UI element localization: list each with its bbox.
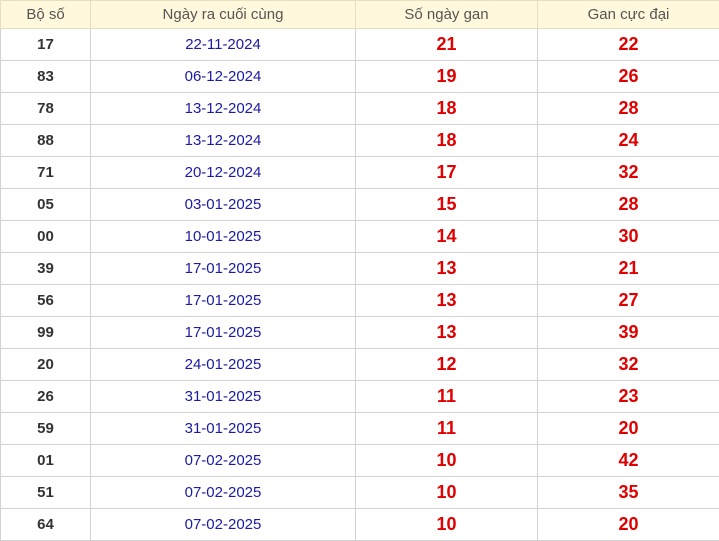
cell-so-ngay-gan: 10 (356, 445, 538, 477)
cell-gan-cuc-dai: 20 (538, 509, 719, 541)
lottery-gan-table: Bộ số Ngày ra cuối cùng Số ngày gan Gan … (0, 0, 719, 541)
table-row: 7813-12-20241828 (1, 93, 719, 125)
table-row: 3917-01-20251321 (1, 253, 719, 285)
table-row: 0107-02-20251042 (1, 445, 719, 477)
cell-ngay-ra: 22-11-2024 (91, 29, 356, 61)
cell-so-ngay-gan: 10 (356, 477, 538, 509)
cell-ngay-ra: 07-02-2025 (91, 477, 356, 509)
cell-gan-cuc-dai: 35 (538, 477, 719, 509)
cell-ngay-ra: 13-12-2024 (91, 125, 356, 157)
cell-so-ngay-gan: 13 (356, 317, 538, 349)
table-body: 1722-11-202421228306-12-202419267813-12-… (1, 29, 719, 541)
cell-ngay-ra: 07-02-2025 (91, 509, 356, 541)
cell-gan-cuc-dai: 32 (538, 157, 719, 189)
cell-ngay-ra: 10-01-2025 (91, 221, 356, 253)
cell-bo-so: 78 (1, 93, 91, 125)
cell-ngay-ra: 17-01-2025 (91, 317, 356, 349)
cell-ngay-ra: 06-12-2024 (91, 61, 356, 93)
cell-so-ngay-gan: 15 (356, 189, 538, 221)
cell-gan-cuc-dai: 28 (538, 93, 719, 125)
table-row: 0010-01-20251430 (1, 221, 719, 253)
table-row: 8813-12-20241824 (1, 125, 719, 157)
cell-so-ngay-gan: 13 (356, 285, 538, 317)
cell-so-ngay-gan: 18 (356, 93, 538, 125)
header-gan-cuc-dai: Gan cực đại (538, 1, 719, 29)
cell-so-ngay-gan: 19 (356, 61, 538, 93)
cell-bo-so: 88 (1, 125, 91, 157)
table-header-row: Bộ số Ngày ra cuối cùng Số ngày gan Gan … (1, 1, 719, 29)
cell-bo-so: 99 (1, 317, 91, 349)
cell-ngay-ra: 31-01-2025 (91, 381, 356, 413)
table-row: 6407-02-20251020 (1, 509, 719, 541)
table-row: 5107-02-20251035 (1, 477, 719, 509)
cell-bo-so: 59 (1, 413, 91, 445)
table-row: 0503-01-20251528 (1, 189, 719, 221)
cell-bo-so: 39 (1, 253, 91, 285)
table-row: 8306-12-20241926 (1, 61, 719, 93)
cell-bo-so: 01 (1, 445, 91, 477)
cell-ngay-ra: 17-01-2025 (91, 285, 356, 317)
cell-gan-cuc-dai: 20 (538, 413, 719, 445)
cell-gan-cuc-dai: 22 (538, 29, 719, 61)
cell-gan-cuc-dai: 32 (538, 349, 719, 381)
cell-ngay-ra: 07-02-2025 (91, 445, 356, 477)
table-row: 9917-01-20251339 (1, 317, 719, 349)
cell-ngay-ra: 03-01-2025 (91, 189, 356, 221)
cell-so-ngay-gan: 11 (356, 413, 538, 445)
cell-bo-so: 56 (1, 285, 91, 317)
cell-ngay-ra: 17-01-2025 (91, 253, 356, 285)
cell-gan-cuc-dai: 24 (538, 125, 719, 157)
cell-so-ngay-gan: 14 (356, 221, 538, 253)
cell-ngay-ra: 20-12-2024 (91, 157, 356, 189)
header-bo-so: Bộ số (1, 1, 91, 29)
cell-ngay-ra: 31-01-2025 (91, 413, 356, 445)
cell-bo-so: 05 (1, 189, 91, 221)
cell-ngay-ra: 24-01-2025 (91, 349, 356, 381)
cell-gan-cuc-dai: 42 (538, 445, 719, 477)
table-row: 2631-01-20251123 (1, 381, 719, 413)
cell-so-ngay-gan: 11 (356, 381, 538, 413)
table-row: 2024-01-20251232 (1, 349, 719, 381)
cell-bo-so: 26 (1, 381, 91, 413)
cell-bo-so: 17 (1, 29, 91, 61)
table-row: 5931-01-20251120 (1, 413, 719, 445)
cell-so-ngay-gan: 17 (356, 157, 538, 189)
cell-bo-so: 51 (1, 477, 91, 509)
table-row: 7120-12-20241732 (1, 157, 719, 189)
cell-gan-cuc-dai: 21 (538, 253, 719, 285)
cell-bo-so: 71 (1, 157, 91, 189)
cell-bo-so: 64 (1, 509, 91, 541)
cell-bo-so: 20 (1, 349, 91, 381)
cell-gan-cuc-dai: 26 (538, 61, 719, 93)
table-row: 1722-11-20242122 (1, 29, 719, 61)
cell-gan-cuc-dai: 30 (538, 221, 719, 253)
cell-bo-so: 83 (1, 61, 91, 93)
cell-bo-so: 00 (1, 221, 91, 253)
header-so-ngay-gan: Số ngày gan (356, 1, 538, 29)
cell-so-ngay-gan: 13 (356, 253, 538, 285)
cell-so-ngay-gan: 21 (356, 29, 538, 61)
header-ngay-ra-cuoi-cung: Ngày ra cuối cùng (91, 1, 356, 29)
cell-gan-cuc-dai: 23 (538, 381, 719, 413)
cell-gan-cuc-dai: 27 (538, 285, 719, 317)
cell-gan-cuc-dai: 39 (538, 317, 719, 349)
cell-so-ngay-gan: 12 (356, 349, 538, 381)
cell-so-ngay-gan: 10 (356, 509, 538, 541)
cell-gan-cuc-dai: 28 (538, 189, 719, 221)
cell-so-ngay-gan: 18 (356, 125, 538, 157)
cell-ngay-ra: 13-12-2024 (91, 93, 356, 125)
table-row: 5617-01-20251327 (1, 285, 719, 317)
